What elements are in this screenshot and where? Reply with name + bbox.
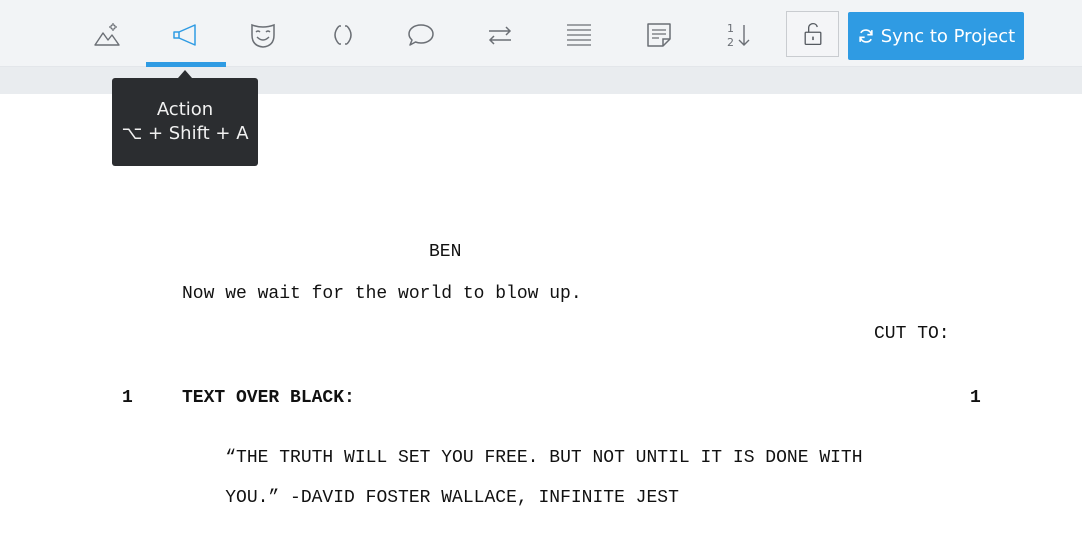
transition-line[interactable]: CUT TO: [874, 324, 950, 344]
parentheses-icon [334, 25, 352, 45]
sort-number-bottom: 2 [727, 36, 734, 49]
scene-heading-tool[interactable] [82, 12, 132, 58]
unlock-icon [804, 22, 821, 46]
refresh-icon [859, 29, 873, 43]
formatting-toolbar: 1 2 Sync to Project [0, 0, 1082, 67]
scene-heading[interactable]: TEXT OVER BLACK: [182, 388, 355, 408]
action-block[interactable]: “THE TRUTH WILL SET YOU FREE. BUT NOT UN… [182, 428, 863, 528]
sync-to-project-button[interactable]: Sync to Project [848, 12, 1024, 60]
swap-arrows-icon [488, 26, 512, 45]
action-line: YOU.” -DAVID FOSTER WALLACE, INFINITE JE… [225, 488, 679, 508]
scene-number-left[interactable]: 1 [122, 388, 133, 408]
megaphone-icon [173, 24, 196, 46]
character-name[interactable]: BEN [429, 242, 461, 262]
parenthetical-tool[interactable] [318, 12, 368, 58]
dialogue-tool[interactable] [396, 12, 446, 58]
action-line: “THE TRUTH WILL SET YOU FREE. BUT NOT UN… [225, 448, 863, 468]
mountain-scene-icon [94, 23, 120, 46]
general-tool[interactable] [554, 12, 604, 58]
mask-icon [251, 23, 275, 48]
character-tool[interactable] [238, 12, 288, 58]
dialogue-line[interactable]: Now we wait for the world to blow up. [182, 284, 582, 304]
note-icon [647, 23, 671, 47]
sync-button-label: Sync to Project [880, 25, 1016, 47]
numbering-tool[interactable]: 1 2 [713, 12, 763, 58]
scene-number-right[interactable]: 1 [970, 388, 981, 408]
sort-numbers-icon: 1 2 [727, 22, 750, 49]
action-tool[interactable] [160, 12, 210, 58]
sort-number-top: 1 [727, 22, 734, 35]
note-tool[interactable] [634, 12, 684, 58]
script-page[interactable]: BEN Now we wait for the world to blow up… [0, 94, 1082, 547]
transition-tool[interactable] [475, 12, 525, 58]
lock-button[interactable] [786, 11, 839, 57]
lines-icon [567, 24, 591, 46]
speech-bubble-icon [408, 24, 434, 46]
